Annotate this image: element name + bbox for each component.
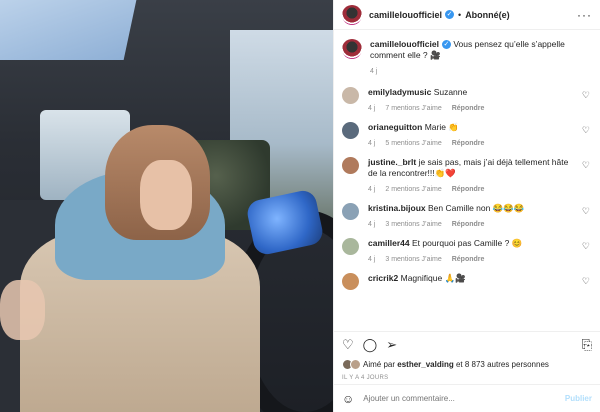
author-avatar[interactable] <box>342 4 362 25</box>
comment-like-heart-icon[interactable]: ♡ <box>582 241 590 252</box>
comment-text: Magnifique 🙏🎥 <box>400 273 466 283</box>
commenter-avatar[interactable] <box>342 122 359 139</box>
likes-count[interactable]: et 8 873 autres personnes <box>456 360 549 369</box>
comment-input[interactable] <box>363 394 565 403</box>
comment-likes[interactable]: 7 mentions J’aime <box>385 105 441 112</box>
add-comment-bar: ☺ Publier <box>334 384 600 412</box>
comment-item: kristina.bijoux Ben Camille non 😂😂😂 4 j … <box>342 203 592 230</box>
reply-button[interactable]: Répondre <box>452 140 485 147</box>
commenter-avatar[interactable] <box>342 87 359 104</box>
comment-body: orianeguitton Marie 👏 4 j 5 mentions J’a… <box>368 122 592 149</box>
likes-user[interactable]: esther_valding <box>397 360 453 369</box>
post-caption: camillelouofficiel ✓ Vous pensez qu’elle … <box>342 39 592 77</box>
comment-body: cricrik2 Magnifique 🙏🎥 <box>368 273 592 290</box>
comment-time[interactable]: 4 j <box>368 221 375 228</box>
bookmark-icon[interactable]: ⎘ <box>582 338 592 351</box>
follow-status-button[interactable]: Abonné(e) <box>465 10 510 20</box>
comment-likes[interactable]: 3 mentions J’aime <box>385 221 441 228</box>
comment-body: emilyladymusic Suzanne 4 j 7 mentions J’… <box>368 87 592 114</box>
comment-text: Et pourquoi pas Camille ? 😊 <box>411 238 523 248</box>
post-sidebar: camillelouofficiel ✓ • Abonné(e) ··· cam… <box>333 0 600 412</box>
comment-time[interactable]: 4 j <box>368 105 375 112</box>
post-photo[interactable] <box>0 0 333 412</box>
emoji-icon[interactable]: ☺ <box>342 392 354 406</box>
comment-meta: 4 j 2 mentions J’aime Répondre <box>368 184 578 195</box>
reply-button[interactable]: Répondre <box>452 105 485 112</box>
comment-item: cricrik2 Magnifique 🙏🎥 ♡ <box>342 273 592 290</box>
comment-meta: 4 j 3 mentions J’aime Répondre <box>368 219 578 230</box>
comment-meta: 4 j 5 mentions J’aime Répondre <box>368 138 578 149</box>
comment-like-heart-icon[interactable]: ♡ <box>582 206 590 217</box>
comment-likes[interactable]: 2 mentions J’aime <box>385 186 441 193</box>
car-sunroof <box>0 0 137 60</box>
comment-text: Marie 👏 <box>424 122 459 132</box>
instagram-post-view: camillelouofficiel ✓ • Abonné(e) ··· cam… <box>0 0 600 412</box>
like-heart-icon[interactable]: ♡ <box>342 338 354 351</box>
caption-time[interactable]: 4 j <box>370 68 377 75</box>
comment-username[interactable]: justine._brlt <box>368 157 416 167</box>
caption-meta: 4 j <box>370 66 592 77</box>
likes-prefix: Aimé par <box>363 359 396 369</box>
post-actions: ♡ ◯ ➢ ⎘ <box>334 332 600 356</box>
comment-text: Ben Camille non 😂😂😂 <box>428 203 525 213</box>
post-header: camillelouofficiel ✓ • Abonné(e) ··· <box>334 0 600 30</box>
likes-summary: Aimé par esther_valding et 8 873 autres … <box>334 356 600 372</box>
post-timestamp[interactable]: IL Y A 4 JOURS <box>334 372 600 384</box>
share-send-icon[interactable]: ➢ <box>386 338 397 351</box>
comment-time[interactable]: 4 j <box>368 140 375 147</box>
commenter-avatar[interactable] <box>342 238 359 255</box>
caption-avatar[interactable] <box>342 39 362 59</box>
comment-time[interactable]: 4 j <box>368 256 375 263</box>
reply-button[interactable]: Répondre <box>452 221 485 228</box>
commenter-avatar[interactable] <box>342 273 359 290</box>
comment-body: justine._brlt je sais pas, mais j’ai déj… <box>368 157 592 195</box>
verified-badge-icon: ✓ <box>441 40 451 50</box>
comment-body: kristina.bijoux Ben Camille non 😂😂😂 4 j … <box>368 203 592 230</box>
comment-username[interactable]: kristina.bijoux <box>368 203 426 213</box>
comment-like-heart-icon[interactable]: ♡ <box>582 276 590 287</box>
comment-likes[interactable]: 3 mentions J’aime <box>385 256 441 263</box>
comment-username[interactable]: camiller44 <box>368 238 410 248</box>
comment-username[interactable]: orianeguitton <box>368 122 422 132</box>
comment-body: camiller44 Et pourquoi pas Camille ? 😊 4… <box>368 238 592 265</box>
comment-time[interactable]: 4 j <box>368 186 375 193</box>
comment-meta: 4 j 3 mentions J’aime Répondre <box>368 254 578 265</box>
publish-button[interactable]: Publier <box>565 394 592 403</box>
blurred-hand <box>0 280 45 340</box>
separator-dot: • <box>458 9 462 20</box>
comment-meta: 4 j 7 mentions J’aime Répondre <box>368 103 578 114</box>
commenter-avatar[interactable] <box>342 203 359 220</box>
verified-badge-icon: ✓ <box>445 10 455 19</box>
author-username[interactable]: camillelouofficiel <box>369 10 442 20</box>
caption-body: camillelouofficiel ✓ Vous pensez qu’elle … <box>370 39 592 77</box>
comment-item: orianeguitton Marie 👏 4 j 5 mentions J’a… <box>342 122 592 149</box>
comment-username[interactable]: cricrik2 <box>368 273 398 283</box>
commenter-avatar[interactable] <box>342 157 359 174</box>
comment-item: justine._brlt je sais pas, mais j’ai déj… <box>342 157 592 195</box>
comment-like-heart-icon[interactable]: ♡ <box>582 160 590 171</box>
comment-like-heart-icon[interactable]: ♡ <box>582 90 590 101</box>
reply-button[interactable]: Répondre <box>452 256 485 263</box>
person-face <box>140 160 192 230</box>
comment-bubble-icon[interactable]: ◯ <box>363 338 378 351</box>
caption-username[interactable]: camillelouofficiel <box>370 39 439 49</box>
comment-item: emilyladymusic Suzanne 4 j 7 mentions J’… <box>342 87 592 114</box>
comments-list[interactable]: camillelouofficiel ✓ Vous pensez qu’elle … <box>334 30 600 332</box>
reply-button[interactable]: Répondre <box>452 186 485 193</box>
comment-likes[interactable]: 5 mentions J’aime <box>385 140 441 147</box>
liker-avatars[interactable] <box>342 358 361 370</box>
more-options-icon[interactable]: ··· <box>577 8 592 22</box>
comment-item: camiller44 Et pourquoi pas Camille ? 😊 4… <box>342 238 592 265</box>
comment-text: Suzanne <box>433 87 468 97</box>
comment-like-heart-icon[interactable]: ♡ <box>582 125 590 136</box>
comment-username[interactable]: emilyladymusic <box>368 87 431 97</box>
liker-avatar <box>350 358 361 370</box>
